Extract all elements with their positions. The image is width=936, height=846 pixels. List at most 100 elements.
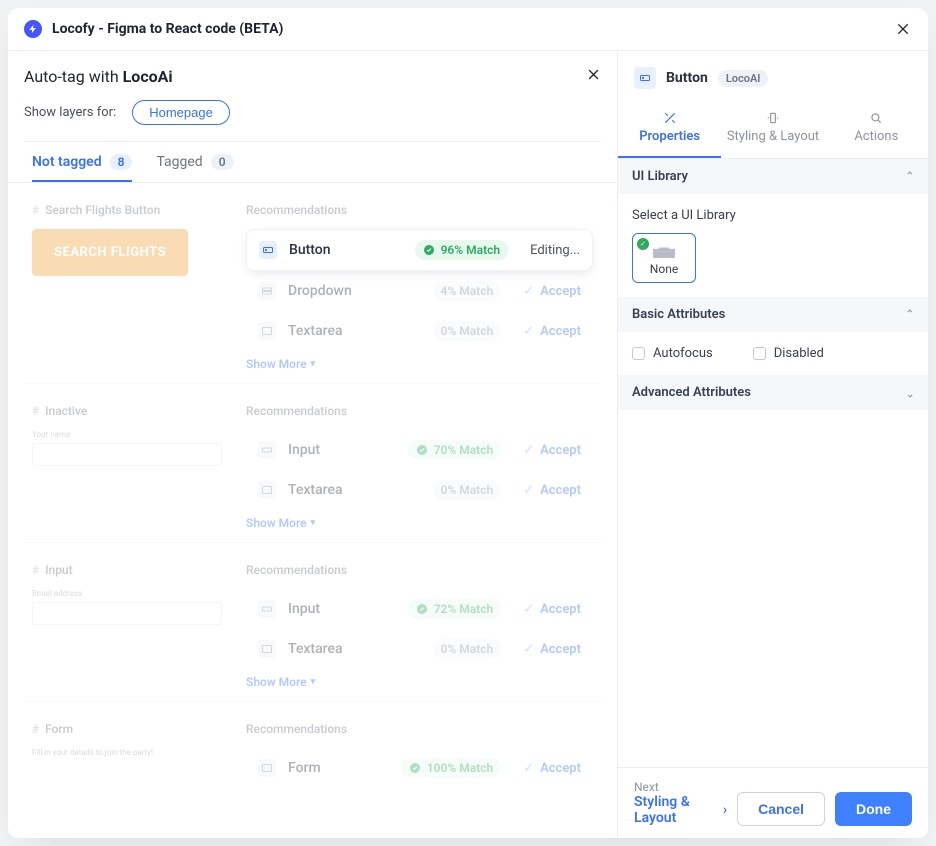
match-text: 4% Match [441,284,494,298]
right-tabs: Properties Styling & Layout Actions [618,101,928,159]
tab-not-tagged-label: Not tagged [32,154,102,170]
tab-styling[interactable]: Styling & Layout [721,101,824,158]
match-badge: 0% Match [433,639,502,659]
recommendations-label: Recommendations [246,563,593,577]
right-footer: Next Styling & Layout Cancel Done [618,767,928,838]
section-ui-library-body: Select a UI Library ✓ None [618,194,928,297]
hash-icon [32,203,39,217]
brand-icon [24,20,42,38]
recommendations-label: Recommendations [246,404,593,418]
input-icon [258,441,276,459]
button-icon [634,67,656,89]
preview-input-box [32,602,222,625]
button-icon [259,241,277,259]
tab-tagged-count: 0 [211,154,234,170]
suggestion-kind: Dropdown [288,283,378,299]
tab-label: Actions [854,129,898,144]
auto-tag-title: Auto-tag with LocoAi [24,67,601,86]
layer-name: Input [45,563,73,577]
accept-button[interactable]: ✓ Accept [523,761,581,776]
left-tabs: Not tagged 8 Tagged 0 [8,142,617,182]
section-heading: UI Library [632,169,688,184]
suggestion-row[interactable]: Textarea 0% Match ✓ Accept [246,629,593,669]
accept-button[interactable]: ✓ Accept [523,642,581,657]
preview-input-box [32,443,222,466]
accept-label: Accept [540,483,581,498]
match-text: 96% Match [441,243,500,257]
ui-library-option-none[interactable]: ✓ None [632,233,696,283]
disabled-checkbox[interactable]: Disabled [753,346,824,361]
panel-close-icon[interactable] [586,67,601,86]
close-icon[interactable] [894,20,912,38]
suggestion-kind: Form [288,760,378,776]
show-more-button[interactable]: Show More [246,357,593,371]
suggestion-kind: Button [289,242,379,258]
actions-icon [869,111,883,125]
tab-tagged-label: Tagged [156,154,202,170]
accept-button[interactable]: ✓ Accept [523,443,581,458]
suggestion-row[interactable]: Button 96% Match Editing... [246,229,593,271]
cancel-button[interactable]: Cancel [737,792,825,826]
match-badge: 72% Match [408,599,501,619]
layer-section: Form Fill in your details to join the pa… [24,702,601,820]
suggestion-row[interactable]: Input 72% Match ✓ Accept [246,589,593,629]
suggestion-row[interactable]: Dropdown 4% Match ✓ Accept [246,271,593,311]
selected-element-name: Button [666,70,708,86]
layer-preview: Fill in your details to join the party! [32,748,222,808]
chevron-up-icon: ⌃ [906,171,914,182]
tab-properties[interactable]: Properties [618,101,721,158]
accept-button[interactable]: ✓ Accept [523,324,581,339]
match-badge: 70% Match [408,440,501,460]
chevron-up-icon: ⌃ [906,309,914,320]
next-link[interactable]: Styling & Layout [634,794,727,826]
tab-tagged[interactable]: Tagged 0 [156,154,233,182]
suggestion-kind: Textarea [288,482,378,498]
hash-icon [32,404,39,418]
done-button[interactable]: Done [835,792,912,826]
suggestion-row[interactable]: Textarea 0% Match ✓ Accept [246,311,593,351]
accept-label: Accept [540,443,581,458]
section-basic-attributes-header[interactable]: Basic Attributes ⌃ [618,297,928,332]
hash-icon [32,563,39,577]
auto-tag-title-prefix: Auto-tag with [24,67,123,86]
autofocus-checkbox[interactable]: Autofocus [632,346,713,361]
suggestion-row[interactable]: Form 100% Match ✓ Accept [246,748,593,788]
layer-heading: Form [32,722,222,736]
recommendations-label: Recommendations [246,203,593,217]
textarea-icon [258,640,276,658]
auto-tag-title-bold: LocoAi [123,67,173,86]
accept-button[interactable]: ✓ Accept [523,483,581,498]
editing-label: Editing... [530,243,580,258]
accept-label: Accept [540,761,581,776]
next-label: Next [634,780,727,794]
layer-section: Input Email address Recommendations [24,543,601,702]
checkbox-icon [632,347,645,360]
option-label: None [639,262,689,276]
section-heading: Basic Attributes [632,307,725,322]
section-advanced-attributes-header[interactable]: Advanced Attributes ⌃ [618,375,928,410]
show-more-button[interactable]: Show More [246,675,593,689]
suggestion-kind: Input [288,601,378,617]
suggestion-row[interactable]: Textarea 0% Match ✓ Accept [246,470,593,510]
input-icon [258,600,276,618]
right-pane: Button LocoAI Properties Styling & Layou… [618,51,928,838]
dropdown-icon [258,282,276,300]
match-badge: 0% Match [433,480,502,500]
accept-button[interactable]: ✓ Accept [523,284,581,299]
match-text: 0% Match [441,642,494,656]
section-ui-library-header[interactable]: UI Library ⌃ [618,159,928,194]
textarea-icon [258,481,276,499]
checkbox-icon [753,347,766,360]
layer-selector-pill[interactable]: Homepage [132,100,230,125]
accept-button[interactable]: ✓ Accept [523,602,581,617]
tab-not-tagged[interactable]: Not tagged 8 [32,154,132,182]
show-more-button[interactable]: Show More [246,516,593,530]
layer-heading: Input [32,563,222,577]
layer-list[interactable]: Search Flights Button SEARCH FLIGHTS Rec… [8,183,617,838]
match-text: 70% Match [434,443,493,457]
chevron-down-icon: ⌃ [906,387,914,398]
accept-label: Accept [540,642,581,657]
ui-library-label: Select a UI Library [632,208,914,223]
suggestion-row[interactable]: Input 70% Match ✓ Accept [246,430,593,470]
tab-actions[interactable]: Actions [825,101,928,158]
